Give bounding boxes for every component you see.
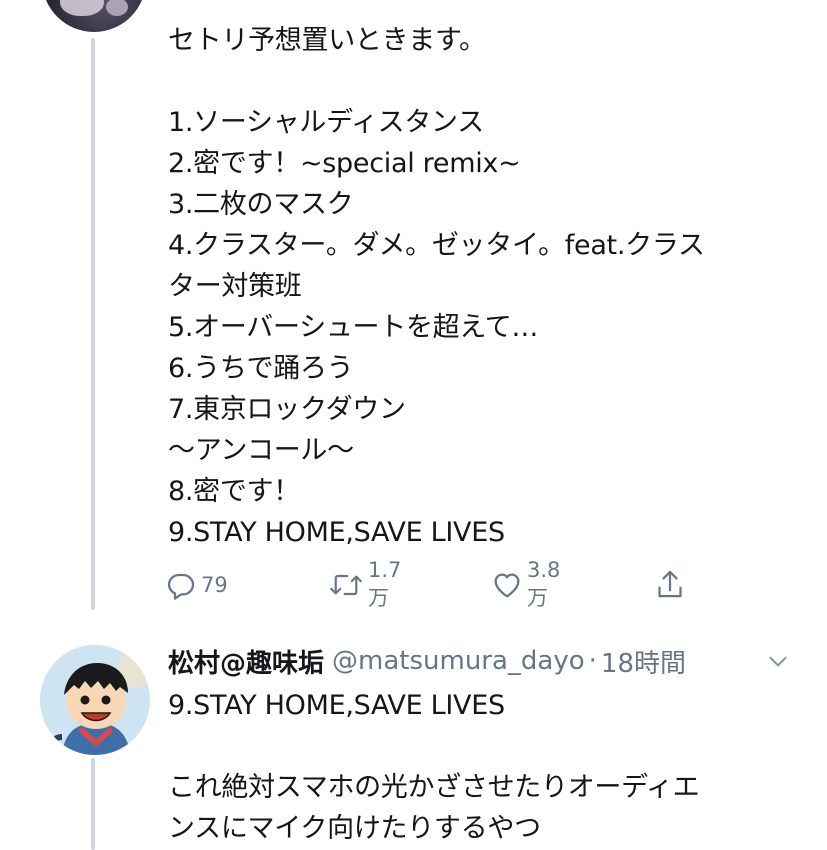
share-icon <box>654 568 686 602</box>
user-handle[interactable]: @matsumura_dayo <box>332 646 585 676</box>
heart-icon <box>491 569 523 601</box>
tweet-text: セトリ予想置いときます。 1.ソーシャルディスタンス 2.密です！~special… <box>168 20 788 553</box>
timestamp[interactable]: 18時間 <box>601 643 686 680</box>
reply-icon <box>165 569 197 601</box>
avatar-image-detail <box>106 0 128 16</box>
avatar[interactable] <box>40 645 150 755</box>
separator-dot: · <box>588 646 597 676</box>
chevron-down-icon <box>765 656 791 678</box>
tweet-line: 9.STAY HOME,SAVE LIVES <box>168 690 505 721</box>
avatar-image <box>40 645 150 755</box>
tweet-text: 9.STAY HOME,SAVE LIVES これ絶対スマホの光かざさせたりオー… <box>168 685 798 849</box>
thread-line <box>91 758 95 850</box>
like-count: 3.8万 <box>527 558 561 610</box>
tweet-line: 3.二枚のマスク <box>168 189 354 220</box>
tweet-line: 5.オーバーシュートを超えて… <box>168 312 539 343</box>
retweet-count: 1.7万 <box>368 558 402 610</box>
reply-count: 79 <box>201 573 228 597</box>
tweet-line: 8.密です！ <box>168 476 300 507</box>
avatar-image-detail <box>60 0 104 16</box>
tweet-line: 〜アンコール〜 <box>168 435 354 466</box>
tweet-line: 4.クラスター。ダメ。ゼッタイ。feat.クラス <box>168 230 705 261</box>
tweet-line: ンスにマイク向けたりするやつ <box>168 813 541 844</box>
tweet-header: 松村@趣味垢 @matsumura_dayo · 18時間 <box>168 640 787 682</box>
thread-line <box>91 38 95 610</box>
tweet-line: 1.ソーシャルディスタンス <box>168 107 484 138</box>
retweet-button[interactable]: 1.7万 <box>328 558 401 610</box>
display-name[interactable]: 松村@趣味垢 <box>168 643 324 680</box>
tweet-line: これ絶対スマホの光かざさせたりオーディエ <box>168 772 700 803</box>
reply-button[interactable]: 79 <box>165 565 228 605</box>
tweet-line: 6.うちで踊ろう <box>168 353 354 384</box>
avatar[interactable] <box>42 0 146 32</box>
tweet-line: ター対策班 <box>168 271 302 302</box>
tweet-line: 7.東京ロックダウン <box>168 394 406 425</box>
share-button[interactable] <box>654 565 686 605</box>
like-button[interactable]: 3.8万 <box>491 558 560 610</box>
retweet-icon <box>328 569 364 601</box>
tweet-line: 9.STAY HOME,SAVE LIVES <box>168 517 505 548</box>
tweet-line: 2.密です！~special remix~ <box>168 148 521 179</box>
tweet-line: セトリ予想置いときます。 <box>168 25 486 56</box>
more-options-button[interactable] <box>765 648 791 674</box>
